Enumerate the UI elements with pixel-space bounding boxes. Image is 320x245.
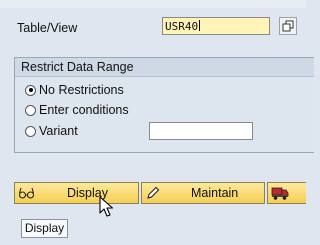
radio-button[interactable] xyxy=(25,84,36,96)
table-view-value: USR40 xyxy=(165,20,199,33)
table-view-input[interactable]: USR40 xyxy=(162,17,270,35)
radio-button[interactable] xyxy=(25,104,36,116)
radio-button[interactable] xyxy=(25,125,36,137)
group-title: Restrict Data Range xyxy=(15,58,314,77)
table-view-label: Table/View xyxy=(17,21,78,35)
restrict-data-range-group: Restrict Data Range No Restrictions Ente… xyxy=(14,57,314,153)
radio-no-restrictions[interactable]: No Restrictions xyxy=(25,83,124,97)
radio-label: Enter conditions xyxy=(39,103,129,117)
pencil-icon xyxy=(147,186,160,199)
display-button[interactable]: Display xyxy=(21,219,68,238)
value-help-button[interactable] xyxy=(279,17,297,35)
maintain-toolbar-button[interactable]: Maintain xyxy=(141,182,265,204)
top-strip xyxy=(0,0,306,8)
text-caret xyxy=(199,20,201,31)
radio-label: No Restrictions xyxy=(39,83,124,97)
transport-toolbar-button[interactable] xyxy=(267,182,306,204)
variant-input[interactable] xyxy=(149,122,253,140)
radio-label: Variant xyxy=(39,124,78,138)
glasses-icon xyxy=(18,187,35,199)
copy-icon xyxy=(282,20,294,32)
radio-variant[interactable]: Variant xyxy=(25,124,78,138)
radio-enter-conditions[interactable]: Enter conditions xyxy=(25,103,129,117)
mouse-pointer-icon xyxy=(99,196,114,217)
display-toolbar-button[interactable]: Display xyxy=(14,182,139,204)
maintain-label: Maintain xyxy=(191,186,239,200)
truck-icon xyxy=(271,187,289,200)
